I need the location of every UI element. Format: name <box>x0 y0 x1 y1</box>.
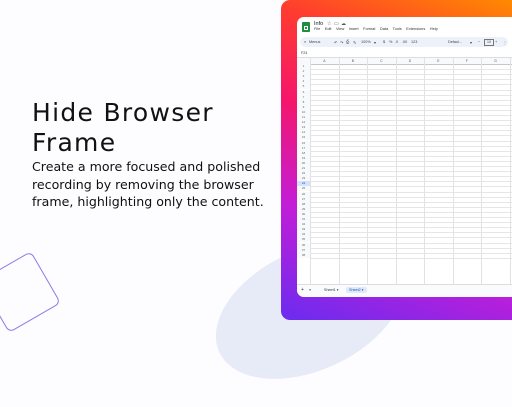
more-options-icon[interactable]: ⋮ <box>503 40 507 45</box>
column-header-b[interactable]: B <box>352 59 354 63</box>
cell-grid[interactable]: A B C D E F G 1 2 3 4 5 6 7 8 9 10 11 12 13 14 15 16 17 18 19 20 2… <box>297 58 512 285</box>
menu-bar: File Edit View Insert Format Data Tools Extensi… <box>314 26 438 31</box>
column-gridline <box>481 58 482 285</box>
menu-item-help[interactable]: Help <box>430 26 438 31</box>
chevron-down-icon: ▾ <box>374 40 376 45</box>
headline: Hide Browser Frame <box>32 98 214 157</box>
menu-item-file[interactable]: File <box>314 26 320 31</box>
sheet-tab-2[interactable]: Sheet2 ▾ <box>346 286 367 294</box>
menu-item-data[interactable]: Data <box>380 26 388 31</box>
column-header-f[interactable]: F <box>466 59 468 63</box>
column-header-a[interactable]: A <box>323 59 325 63</box>
print-icon[interactable]: ⎙ <box>346 40 349 44</box>
add-sheet-icon[interactable]: + <box>301 287 304 293</box>
menu-item-format[interactable]: Format <box>363 26 375 31</box>
menus-search-label[interactable]: Menus <box>309 40 320 44</box>
decrease-decimal-icon[interactable]: .0 <box>395 40 398 44</box>
spreadsheet-window: Info ☆ ▭ ☁ File Edit View Insert Format Data T… <box>297 17 512 297</box>
sheet-tab-label: Sheet2 <box>349 287 361 292</box>
menu-item-tools[interactable]: Tools <box>393 26 402 31</box>
formula-bar: F24 <box>297 50 512 58</box>
column-gridline <box>395 58 397 285</box>
row-header-38[interactable]: 38 <box>297 252 310 258</box>
menu-item-view[interactable]: View <box>336 26 344 31</box>
redo-icon[interactable]: ↷ <box>340 40 343 45</box>
menu-item-insert[interactable]: Insert <box>349 26 359 31</box>
column-header-c[interactable]: C <box>380 59 382 63</box>
column-gridline <box>424 58 425 285</box>
decorative-outline-shape <box>0 251 61 333</box>
chevron-down-icon: ▾ <box>470 40 472 45</box>
font-size-decrease-icon[interactable]: − <box>478 40 480 44</box>
paint-format-icon[interactable]: ✎ <box>353 40 356 45</box>
font-size-input[interactable]: 10 <box>484 39 494 46</box>
all-sheets-icon[interactable]: ≡ <box>309 288 311 292</box>
column-gridline <box>338 58 340 285</box>
column-gridline <box>367 58 368 285</box>
percent-icon[interactable]: % <box>389 40 392 44</box>
column-gridline <box>452 58 454 285</box>
gradient-frame: Info ☆ ▭ ☁ File Edit View Insert Format Data T… <box>281 0 512 320</box>
sheet-tab-1[interactable]: Sheet1 ▾ <box>324 288 339 292</box>
menu-item-edit[interactable]: Edit <box>325 26 332 31</box>
zoom-select[interactable]: 100% <box>361 40 371 44</box>
description: Create a more focused and polished recor… <box>32 159 264 209</box>
currency-icon[interactable]: $ <box>383 40 385 44</box>
menu-item-extensions[interactable]: Extensions <box>406 26 425 31</box>
column-gridline <box>509 58 511 285</box>
number-format-icon[interactable]: 123 <box>411 40 417 44</box>
font-size-increase-icon[interactable]: + <box>495 40 497 44</box>
sheet-tab-label: Sheet1 <box>324 288 336 292</box>
sheets-logo-icon[interactable] <box>302 22 310 32</box>
toolbar: ⌕ Menus ↶ ↷ ⎙ ✎ 100% ▾ $ % .0 .00 123 De… <box>300 37 508 47</box>
font-select[interactable]: Defaul... <box>448 40 462 44</box>
increase-decimal-icon[interactable]: .00 <box>402 40 407 44</box>
column-header-g[interactable]: G <box>494 59 497 63</box>
search-icon[interactable]: ⌕ <box>304 40 306 44</box>
name-box[interactable]: F24 <box>301 51 307 55</box>
column-header-e[interactable]: E <box>437 59 439 63</box>
sheet-tabs-bar: + ≡ Sheet1 ▾ Sheet2 ▾ <box>297 284 512 297</box>
row-header-divider <box>310 58 311 285</box>
row-area: 1 2 3 4 5 6 7 8 9 10 11 12 13 14 15 16 17 18 19 20 21 22 23 24 2… <box>297 64 512 285</box>
column-header-d[interactable]: D <box>409 59 411 63</box>
undo-icon[interactable]: ↶ <box>334 40 337 45</box>
